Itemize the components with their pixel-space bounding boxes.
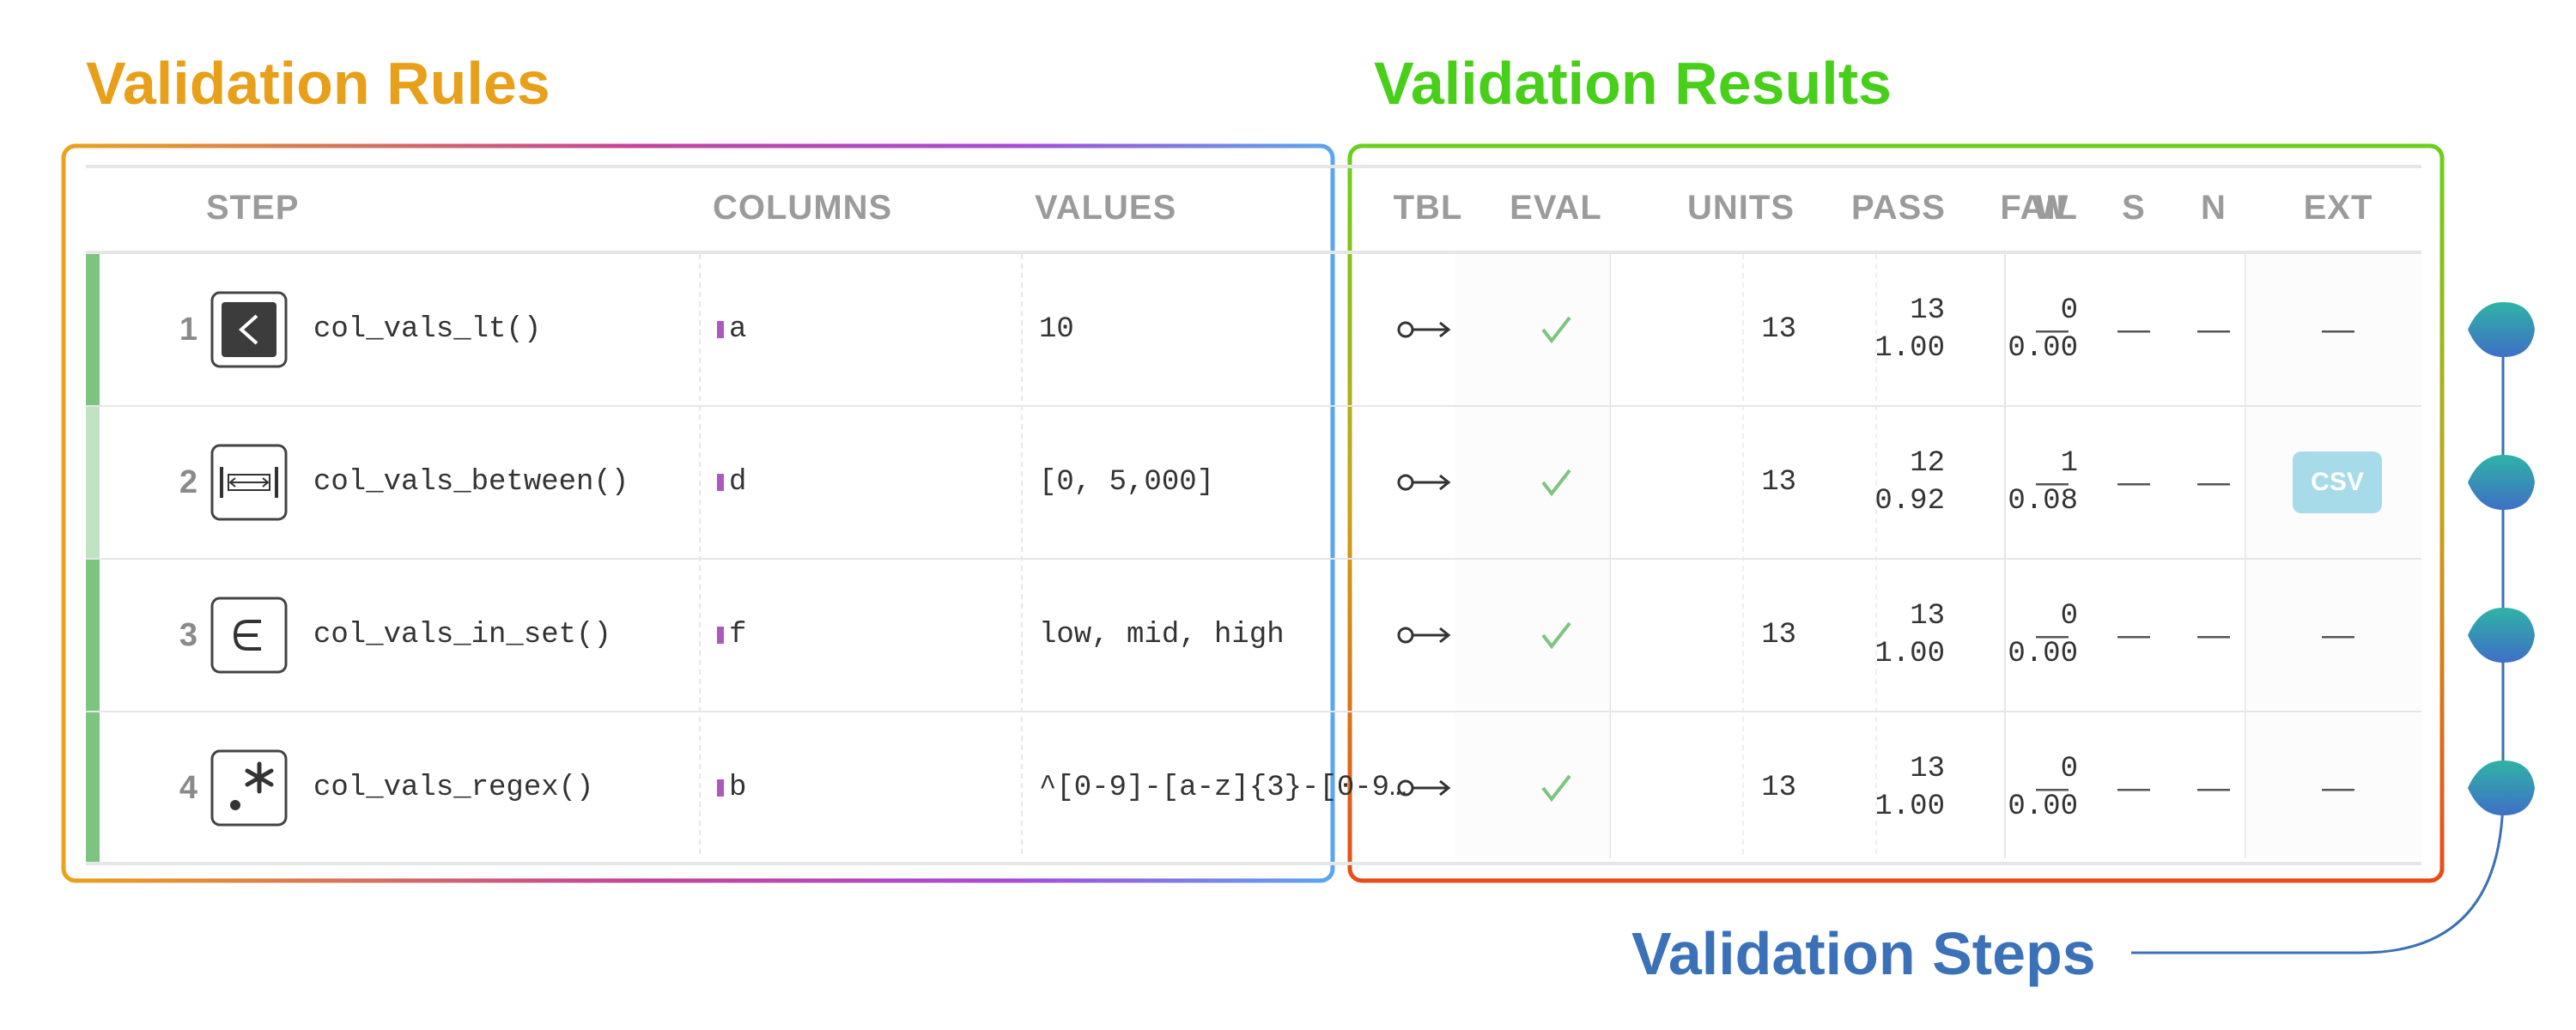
row-status-stripe	[86, 712, 100, 863]
units-value: 13	[1761, 466, 1796, 499]
stop-value: —	[2117, 616, 2150, 653]
validation-report-diagram: Validation Rules Validation Results Vali…	[0, 0, 2576, 1030]
step-bubble-icon	[2468, 760, 2535, 815]
step-bubble-icon	[2468, 608, 2535, 663]
table-arrow-icon	[1397, 321, 1451, 338]
warn-value: —	[2036, 616, 2069, 653]
extract-value: —	[2322, 769, 2354, 806]
row-status-stripe	[86, 560, 100, 711]
units-value: 13	[1761, 619, 1796, 651]
results-heading: Validation Results	[1374, 50, 1892, 117]
check-icon	[1541, 469, 1571, 497]
table-arrow-icon	[1397, 474, 1451, 491]
column-marker	[717, 321, 724, 338]
check-icon	[1541, 774, 1571, 803]
extract-value: —	[2322, 311, 2354, 348]
step-column: f	[717, 560, 746, 711]
table-row: 1 col_vals_lt() a 10 13 13 1.00 0 0.00 — —…	[86, 254, 2421, 405]
table-bottom-rule	[86, 862, 2421, 865]
step-number: 2	[179, 464, 197, 500]
regex-icon	[210, 749, 288, 827]
step-number: 4	[179, 769, 197, 806]
row-status-stripe	[86, 407, 100, 558]
col-header-eval: EVAL	[1510, 189, 1602, 227]
rules-heading: Validation Rules	[86, 50, 550, 117]
col-header-values: VALUES	[1035, 189, 1177, 227]
step-number: 1	[179, 311, 197, 348]
extract-value: —	[2322, 616, 2354, 653]
col-header-pass: PASS	[1851, 189, 1946, 227]
col-header-tbl: TBL	[1393, 189, 1463, 227]
notify-value: —	[2197, 616, 2230, 653]
step-column: d	[717, 407, 746, 558]
warn-value: —	[2036, 769, 2069, 806]
stop-value: —	[2117, 311, 2150, 348]
column-marker	[717, 474, 724, 491]
notify-value: —	[2197, 769, 2230, 806]
check-icon	[1541, 621, 1571, 650]
col-header-units: UNITS	[1687, 189, 1795, 227]
step-function: col_vals_in_set()	[313, 619, 611, 651]
row-status-stripe	[86, 254, 100, 405]
step-values: [0, 5,000]	[1039, 466, 1215, 499]
table-row: 4 col_vals_regex() b ^[0-9]-[a-z]{3}-[0-…	[86, 712, 2421, 863]
step-column: b	[717, 712, 746, 863]
warn-value: —	[2036, 464, 2069, 500]
table-row: 2 col_vals_between() d [0, 5,000] 13 12 0…	[86, 407, 2421, 558]
pass-value: 13 1.00	[1874, 753, 1945, 823]
step-function: col_vals_regex()	[313, 772, 594, 804]
col-header-columns: COLUMNS	[713, 189, 893, 227]
col-header-s: S	[2122, 189, 2146, 227]
pass-value: 13 1.00	[1874, 600, 1945, 670]
col-header-w: W	[2035, 189, 2069, 227]
step-function: col_vals_between()	[313, 466, 629, 499]
between-icon	[210, 444, 288, 521]
units-value: 13	[1761, 772, 1796, 804]
steps-heading: Validation Steps	[1631, 920, 2096, 987]
check-icon	[1541, 316, 1571, 344]
table-top-rule	[86, 165, 2421, 168]
step-column: a	[717, 254, 746, 405]
step-bubble-icon	[2468, 302, 2535, 357]
pass-value: 12 0.92	[1874, 447, 1945, 518]
validation-table: STEP COLUMNS VALUES TBL EVAL UNITS PASS …	[86, 165, 2421, 865]
step-function: col_vals_lt()	[313, 313, 542, 346]
step-bubble-icon	[2468, 455, 2535, 510]
csv-download-button[interactable]: CSV	[2293, 451, 2382, 513]
units-value: 13	[1761, 313, 1796, 346]
table-arrow-icon	[1397, 627, 1451, 644]
stop-value: —	[2117, 769, 2150, 806]
step-values: low, mid, high	[1039, 619, 1285, 651]
col-header-step: STEP	[206, 189, 300, 227]
warn-value: —	[2036, 311, 2069, 348]
stop-value: —	[2117, 464, 2150, 500]
element-of-icon	[210, 597, 288, 674]
pass-value: 13 1.00	[1874, 294, 1945, 365]
col-header-ext: EXT	[2303, 189, 2373, 227]
step-values: 10	[1039, 313, 1074, 346]
notify-value: —	[2197, 311, 2230, 348]
notify-value: —	[2197, 464, 2230, 500]
less-than-icon	[210, 291, 288, 368]
column-marker	[717, 627, 724, 644]
step-values: ^[0-9]-[a-z]{3}-[0-9]{3}$	[1039, 772, 1421, 804]
table-arrow-icon	[1397, 779, 1451, 797]
column-marker	[717, 779, 724, 797]
table-row: 3 col_vals_in_set() f low, mid, high 13 …	[86, 560, 2421, 711]
col-header-n: N	[2201, 189, 2227, 227]
step-number: 3	[179, 616, 197, 653]
